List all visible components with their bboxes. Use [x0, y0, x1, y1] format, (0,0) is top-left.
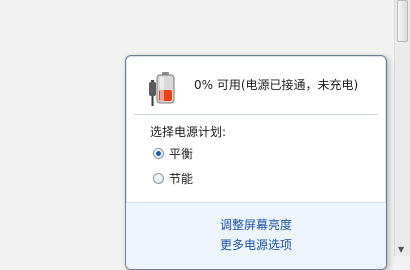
scrollbar-thumb[interactable]: [397, 0, 408, 42]
battery-status-row: 0% 可用(电源已接通，未充电): [126, 56, 386, 114]
adjust-brightness-link[interactable]: 调整屏幕亮度: [126, 216, 386, 233]
radio-button[interactable]: [153, 173, 164, 184]
power-plan-label: 平衡: [169, 147, 194, 161]
battery-plugged-icon: [149, 72, 175, 106]
battery-status-text: 0% 可用(电源已接通，未充电): [194, 78, 359, 92]
flyout-links-area: 调整屏幕亮度 更多电源选项: [126, 202, 386, 269]
power-status-flyout: 0% 可用(电源已接通，未充电) 选择电源计划: 平衡 节能 调整屏幕亮度 更多…: [125, 55, 387, 270]
power-plan-option-balanced[interactable]: 平衡: [153, 145, 193, 163]
radio-button-selected[interactable]: [153, 148, 164, 159]
power-plan-section-title: 选择电源计划:: [150, 125, 227, 139]
power-plan-option-power-saver[interactable]: 节能: [153, 170, 193, 188]
divider: [134, 114, 378, 115]
page-scrollbar[interactable]: ▼: [394, 0, 410, 256]
scroll-down-arrow-icon[interactable]: ▼: [398, 245, 404, 254]
power-plan-label: 节能: [169, 172, 194, 186]
more-power-options-link[interactable]: 更多电源选项: [126, 236, 386, 253]
